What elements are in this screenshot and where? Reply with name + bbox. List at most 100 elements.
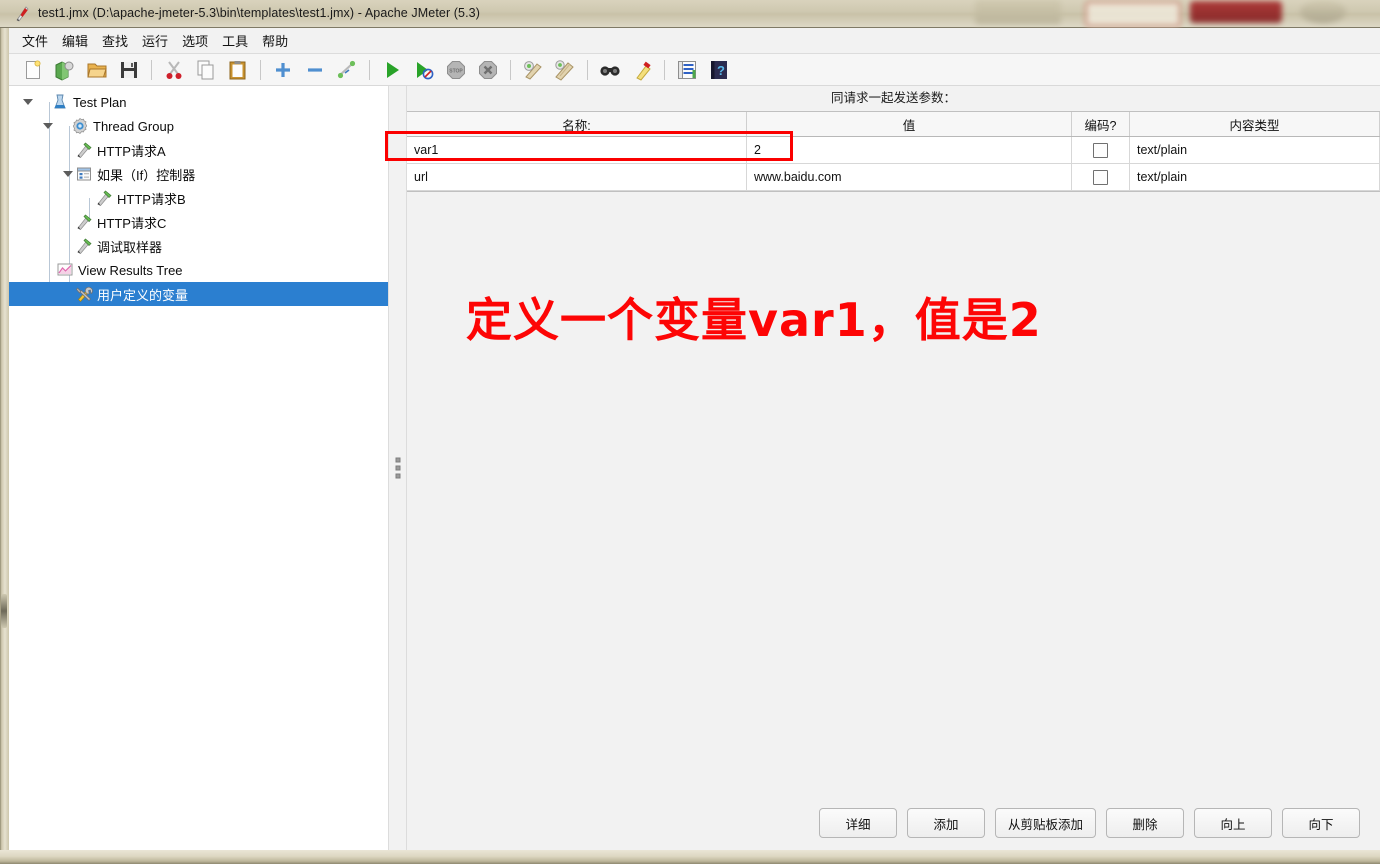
reset-search-icon[interactable] (626, 55, 658, 85)
menu-file[interactable]: 文件 (15, 28, 55, 53)
cell-value[interactable]: 2 (747, 137, 1072, 163)
column-header-value[interactable]: 值 (747, 112, 1072, 136)
cell-name[interactable]: url (407, 164, 747, 190)
tree-node-http-request-c[interactable]: HTTP请求C (9, 210, 388, 234)
menu-help[interactable]: 帮助 (255, 28, 295, 53)
detail-button[interactable]: 详细 (819, 808, 897, 838)
column-header-name[interactable]: 名称: (407, 112, 747, 136)
section-label: 同请求一起发送参数： (407, 86, 1380, 111)
tree-node-if-controller[interactable]: 如果（If）控制器 (9, 162, 388, 186)
test-plan-tree: Test Plan Thread Group (9, 86, 388, 306)
test-plan-icon (51, 93, 69, 111)
encode-checkbox[interactable] (1093, 170, 1108, 185)
variables-table[interactable]: 名称: 值 编码? 内容类型 var1 2 text/plain url www… (407, 111, 1380, 192)
window-decoration-artifact-2 (1085, 1, 1181, 27)
menu-edit[interactable]: 编辑 (55, 28, 95, 53)
test-plan-tree-pane[interactable]: Test Plan Thread Group (9, 86, 388, 850)
clear-icon[interactable] (517, 55, 549, 85)
toolbar-separator-2 (260, 60, 261, 80)
new-icon[interactable] (17, 55, 49, 85)
tree-node-debug-sampler[interactable]: 调试取样器 (9, 234, 388, 258)
menu-options[interactable]: 选项 (175, 28, 215, 53)
window-decoration-artifact-3 (1300, 1, 1346, 23)
tree-node-http-request-a[interactable]: HTTP请求A (9, 138, 388, 162)
move-down-button[interactable]: 向下 (1282, 808, 1360, 838)
menu-tools[interactable]: 工具 (215, 28, 255, 53)
menu-run[interactable]: 运行 (135, 28, 175, 53)
user-variables-icon (75, 285, 93, 303)
menu-bar: 文件 编辑 查找 运行 选项 工具 帮助 (9, 28, 1380, 54)
tree-node-label: Test Plan (73, 95, 126, 110)
toolbar-separator-3 (369, 60, 370, 80)
delete-button[interactable]: 删除 (1106, 808, 1184, 838)
toolbar-separator-5 (587, 60, 588, 80)
chevron-down-icon[interactable] (62, 168, 74, 180)
stop-icon[interactable]: STOP (440, 55, 472, 85)
svg-text:?: ? (717, 63, 725, 78)
copy-icon[interactable] (190, 55, 222, 85)
tree-node-http-request-b[interactable]: HTTP请求B (9, 186, 388, 210)
http-sampler-icon (75, 213, 93, 231)
annotation-note: 定义一个变量var1，值是2 (466, 284, 1042, 350)
tree-node-label: HTTP请求C (97, 213, 166, 232)
save-icon[interactable] (113, 55, 145, 85)
window-frame-left (0, 0, 9, 864)
window-decoration-artifact-1 (975, 0, 1061, 24)
tree-node-test-plan[interactable]: Test Plan (9, 90, 388, 114)
cell-value[interactable]: www.baidu.com (747, 164, 1072, 190)
content-area: Test Plan Thread Group (9, 86, 1380, 850)
jmeter-feather-icon (14, 5, 32, 23)
cell-encode[interactable] (1072, 164, 1130, 190)
action-button-bar: 详细 添加 从剪贴板添加 删除 向上 向下 (407, 808, 1380, 838)
start-icon[interactable] (376, 55, 408, 85)
cell-name[interactable]: var1 (407, 137, 747, 163)
tree-node-label: 用户定义的变量 (97, 285, 188, 304)
title-bar: test1.jmx (D:\apache-jmeter-5.3\bin\temp… (0, 0, 1380, 28)
tree-node-label: HTTP请求B (117, 189, 186, 208)
cell-encode[interactable] (1072, 137, 1130, 163)
window-close-artifact[interactable] (1190, 1, 1282, 23)
toggle-icon[interactable] (331, 55, 363, 85)
toolbar: STOP (9, 54, 1380, 86)
thread-group-icon (71, 117, 89, 135)
help-icon[interactable]: ? (703, 55, 735, 85)
shutdown-icon[interactable] (472, 55, 504, 85)
paste-icon[interactable] (222, 55, 254, 85)
menu-search[interactable]: 查找 (95, 28, 135, 53)
pane-splitter[interactable] (388, 86, 407, 850)
if-controller-icon (75, 165, 93, 183)
tree-node-user-defined-variables[interactable]: 用户定义的变量 (9, 282, 388, 306)
add-button[interactable]: 添加 (907, 808, 985, 838)
function-helper-icon[interactable] (671, 55, 703, 85)
tree-node-thread-group[interactable]: Thread Group (9, 114, 388, 138)
svg-text:STOP: STOP (449, 68, 463, 74)
tree-node-label: 如果（If）控制器 (97, 165, 195, 184)
tree-node-label: View Results Tree (78, 263, 183, 278)
templates-icon[interactable] (49, 55, 81, 85)
cell-content-type[interactable]: text/plain (1130, 164, 1380, 190)
user-defined-variables-panel: 同请求一起发送参数： 名称: 值 编码? 内容类型 var1 2 text/pl… (407, 86, 1380, 850)
tree-node-label: HTTP请求A (97, 141, 166, 160)
cut-icon[interactable] (158, 55, 190, 85)
add-from-clipboard-button[interactable]: 从剪贴板添加 (995, 808, 1096, 838)
chevron-down-icon[interactable] (42, 120, 54, 132)
expand-all-icon[interactable] (267, 55, 299, 85)
column-header-content-type[interactable]: 内容类型 (1130, 112, 1380, 136)
clear-all-icon[interactable] (549, 55, 581, 85)
collapse-all-icon[interactable] (299, 55, 331, 85)
tree-node-view-results-tree[interactable]: View Results Tree (9, 258, 388, 282)
results-tree-icon (56, 261, 74, 279)
edge-scrollbar-thumb[interactable] (1, 594, 7, 628)
chevron-down-icon[interactable] (22, 96, 34, 108)
table-row[interactable]: var1 2 text/plain (407, 137, 1380, 164)
tree-node-label: Thread Group (93, 119, 174, 134)
splitter-grip-icon[interactable] (395, 458, 400, 479)
open-icon[interactable] (81, 55, 113, 85)
column-header-encode[interactable]: 编码? (1072, 112, 1130, 136)
cell-content-type[interactable]: text/plain (1130, 137, 1380, 163)
start-no-timers-icon[interactable] (408, 55, 440, 85)
search-icon[interactable] (594, 55, 626, 85)
encode-checkbox[interactable] (1093, 143, 1108, 158)
move-up-button[interactable]: 向上 (1194, 808, 1272, 838)
table-row[interactable]: url www.baidu.com text/plain (407, 164, 1380, 191)
